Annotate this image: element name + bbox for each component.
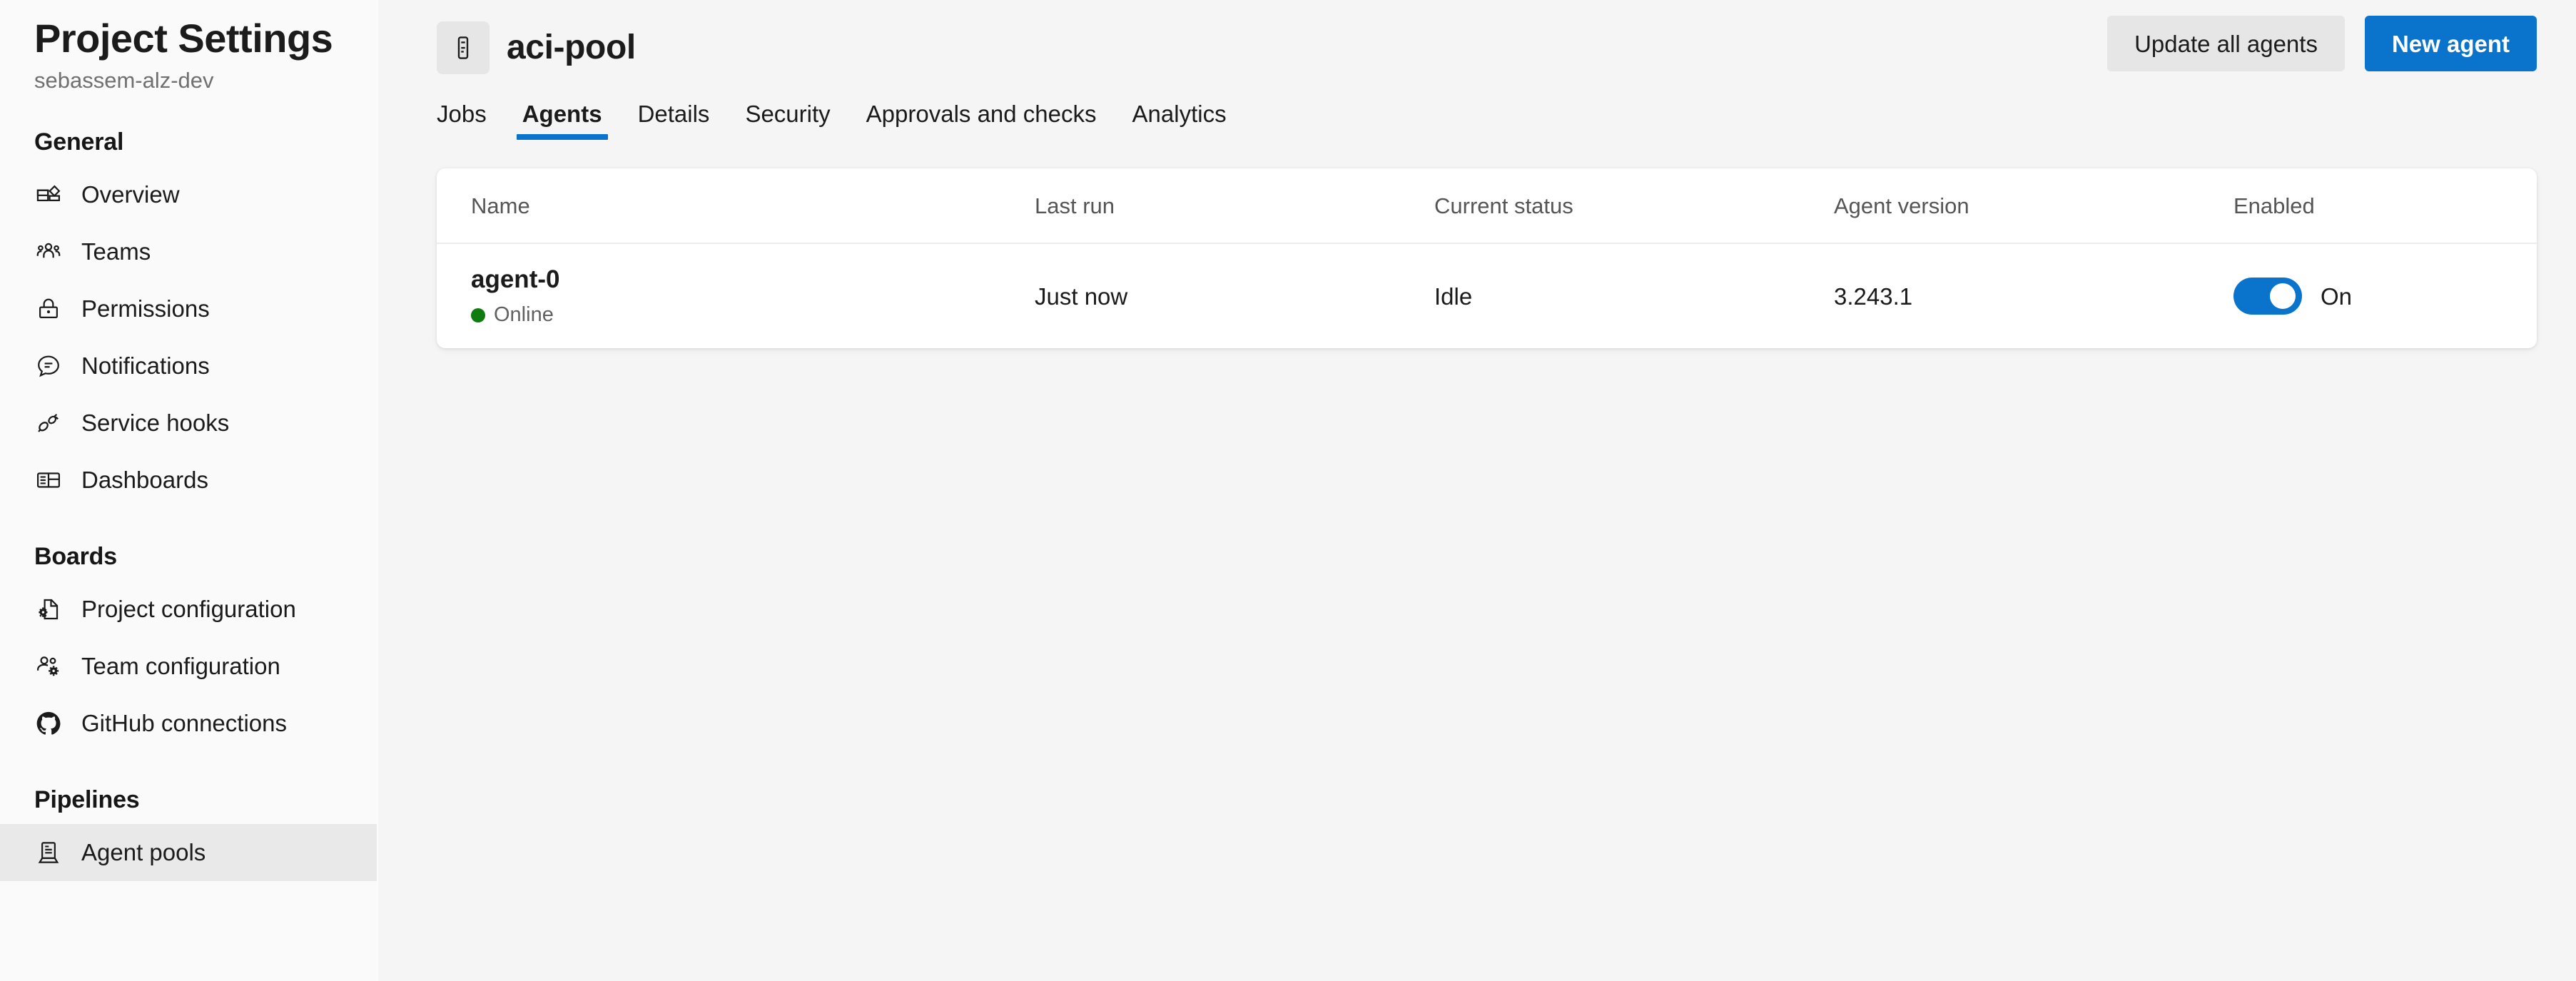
plug-icon (34, 409, 63, 437)
file-gear-icon (34, 595, 63, 624)
agent-version-cell: 3.243.1 (1834, 283, 1913, 310)
sidebar-item-permissions[interactable]: Permissions (0, 280, 378, 337)
agents-table: Name Last run Current status Agent versi… (437, 168, 2537, 348)
sidebar-item-overview[interactable]: Overview (0, 166, 378, 223)
last-run-cell: Just now (1035, 283, 1128, 310)
sidebar-item-label: Permissions (81, 295, 210, 322)
overview-icon (34, 181, 63, 209)
header-actions: Update all agents New agent (2107, 16, 2537, 71)
user-gear-icon (34, 652, 63, 681)
agent-name[interactable]: agent-0 (471, 267, 1000, 292)
enabled-cell: On (2199, 278, 2537, 315)
sidebar-item-label: Dashboards (81, 467, 208, 494)
new-agent-button[interactable]: New agent (2364, 16, 2537, 71)
sidebar-item-label: Overview (81, 181, 180, 208)
toggle-knob (2270, 283, 2296, 309)
column-header-agent-version: Agent version (1834, 193, 1969, 218)
current-status-cell: Idle (1434, 283, 1473, 310)
agent-connectivity-status: Online (471, 305, 1000, 325)
agent-name-cell: agent-0 Online (437, 267, 1000, 325)
tab-approvals-and-checks[interactable]: Approvals and checks (848, 102, 1115, 140)
sidebar-item-dashboards[interactable]: Dashboards (0, 452, 378, 509)
nav-group-boards-title: Boards (34, 542, 117, 570)
pool-title-block: aci-pool (437, 16, 636, 74)
sidebar-item-label: Teams (81, 238, 151, 265)
notification-icon (34, 352, 63, 380)
tab-security[interactable]: Security (727, 102, 848, 140)
sidebar-item-label: GitHub connections (81, 710, 287, 737)
enabled-toggle-label: On (2321, 283, 2353, 310)
nav-group-pipelines-title: Pipelines (34, 786, 140, 813)
sidebar-item-agent-pools[interactable]: Agent pools (0, 823, 378, 881)
online-status-dot (471, 307, 485, 322)
sidebar-item-github-connections[interactable]: GitHub connections (0, 695, 378, 752)
tab-analytics[interactable]: Analytics (1115, 102, 1244, 140)
tab-agents[interactable]: Agents (504, 102, 620, 140)
tab-details[interactable]: Details (620, 102, 728, 140)
github-icon (34, 709, 63, 738)
app-root: Project Settings sebassem-alz-dev Genera… (0, 0, 2576, 981)
column-header-last-run: Last run (1035, 193, 1115, 218)
sidebar-item-label: Notifications (81, 352, 210, 380)
sidebar-item-teams[interactable]: Teams (0, 223, 378, 280)
online-status-label: Online (494, 303, 554, 326)
column-header-name: Name (471, 193, 530, 218)
column-header-enabled: Enabled (2233, 193, 2315, 218)
enabled-toggle[interactable] (2233, 278, 2302, 315)
agent-pool-icon (34, 838, 63, 867)
sidebar-item-service-hooks[interactable]: Service hooks (0, 395, 378, 452)
project-name: sebassem-alz-dev (34, 68, 214, 93)
sidebar-item-label: Project configuration (81, 596, 296, 623)
pool-tabs: Jobs Agents Details Security Approvals a… (437, 96, 2576, 140)
nav-group-general-title: General (34, 128, 124, 156)
main-content: aci-pool Update all agents New agent Job… (378, 0, 2576, 981)
tab-jobs[interactable]: Jobs (419, 102, 504, 140)
sidebar-header: Project Settings sebassem-alz-dev (0, 0, 378, 94)
agent-pool-icon (437, 21, 490, 74)
sidebar-item-team-configuration[interactable]: Team configuration (0, 638, 378, 695)
lock-icon (34, 295, 63, 323)
teams-icon (34, 238, 63, 266)
column-header-current-status: Current status (1434, 193, 1573, 218)
page-title: Project Settings (34, 16, 333, 61)
sidebar-item-label: Agent pools (81, 839, 206, 866)
settings-sidebar: Project Settings sebassem-alz-dev Genera… (0, 0, 378, 981)
sidebar-item-project-configuration[interactable]: Project configuration (0, 581, 378, 638)
pool-name: aci-pool (507, 29, 636, 66)
sidebar-item-label: Team configuration (81, 653, 280, 680)
sidebar-item-label: Service hooks (81, 410, 230, 437)
dashboard-icon (34, 466, 63, 494)
table-row[interactable]: agent-0 Online Just now Idle 3.243.1 On (437, 244, 2537, 348)
content-header: aci-pool Update all agents New agent (437, 0, 2576, 74)
update-all-agents-button[interactable]: Update all agents (2107, 16, 2345, 71)
sidebar-item-notifications[interactable]: Notifications (0, 337, 378, 395)
table-header-row: Name Last run Current status Agent versi… (437, 168, 2537, 244)
